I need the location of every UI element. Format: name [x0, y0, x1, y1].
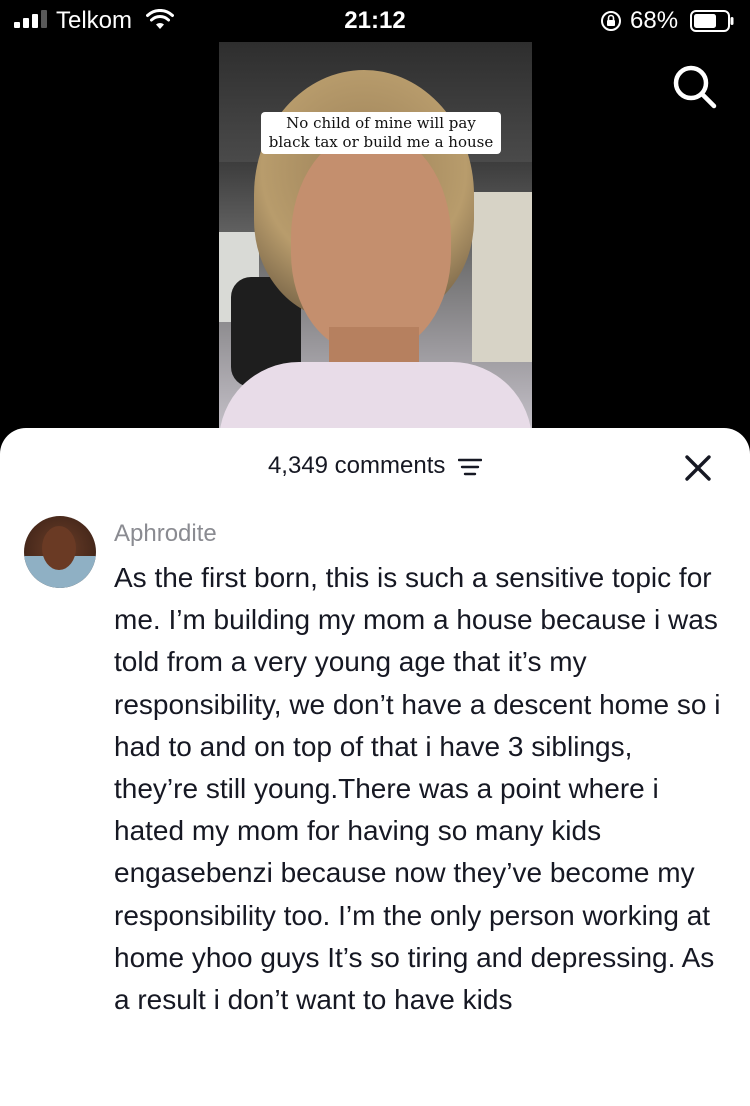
comments-header: 4,349 comments [0, 452, 750, 480]
status-bar: Telkom 21:12 68% [0, 0, 750, 42]
filter-icon[interactable] [458, 458, 483, 476]
comment-text: As the first born, this is such a sensit… [114, 562, 721, 1016]
avatar[interactable] [24, 516, 96, 588]
video-player[interactable]: No child of mine will pay black tax or b… [219, 42, 532, 432]
battery-percent: 68% [630, 7, 679, 34]
person-face [291, 132, 451, 352]
rotation-lock-icon [601, 11, 621, 31]
comment-username[interactable]: Aphrodite [114, 520, 217, 548]
comments-count: 4,349 comments [267, 452, 446, 479]
search-icon[interactable] [672, 64, 718, 110]
battery-icon [690, 10, 734, 32]
close-icon[interactable] [682, 452, 714, 484]
video-caption: No child of mine will pay black tax or b… [261, 112, 501, 154]
comments-sheet: 4,349 comments Aphrodite As the first bo… [0, 428, 750, 1106]
